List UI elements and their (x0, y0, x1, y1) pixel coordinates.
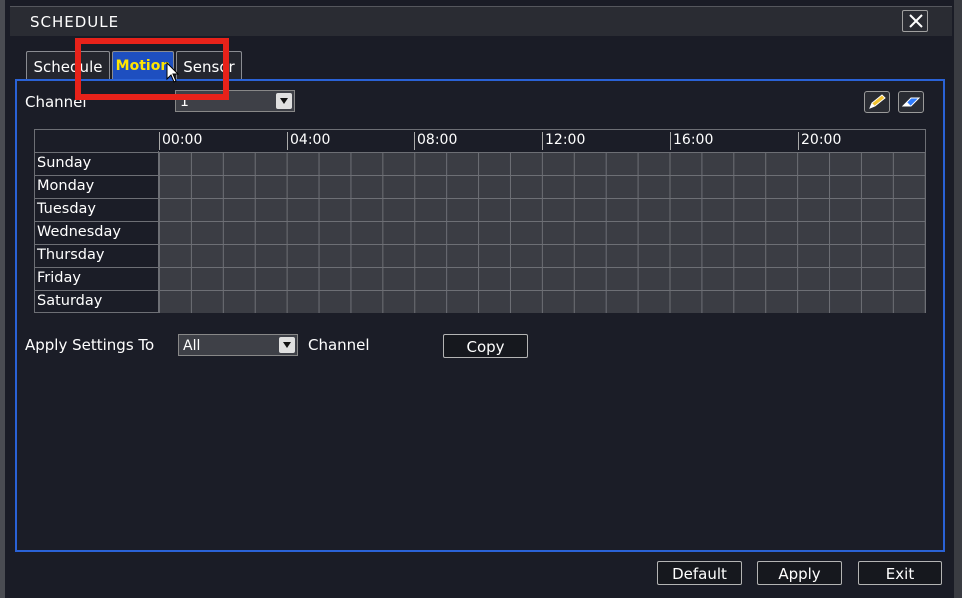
mouse-cursor-icon (166, 62, 180, 83)
schedule-grid: 00:00 04:00 08:00 12:00 16:00 20:00 Sund… (34, 129, 926, 313)
day-label: Tuesday (37, 201, 96, 217)
apply-button[interactable]: Apply (757, 561, 842, 585)
day-row-thursday: Thursday (35, 244, 925, 267)
eraser-icon (901, 97, 921, 107)
hour-label: 16:00 (670, 132, 713, 150)
day-row-sunday: Sunday (35, 152, 925, 175)
close-icon (909, 14, 923, 28)
pencil-icon (869, 94, 886, 109)
day-label: Sunday (37, 155, 92, 171)
apply-settings-select[interactable]: All (178, 334, 298, 356)
draw-button[interactable] (864, 91, 890, 113)
erase-button[interactable] (898, 91, 924, 113)
default-button[interactable]: Default (657, 561, 742, 585)
day-label: Wednesday (37, 224, 121, 240)
hour-label: 12:00 (542, 132, 585, 150)
day-label: Monday (37, 178, 95, 194)
hour-label: 00:00 (159, 132, 202, 150)
day-row-wednesday: Wednesday (35, 221, 925, 244)
hour-label: 08:00 (414, 132, 457, 150)
copy-button[interactable]: Copy (443, 334, 528, 358)
window-edge-left (0, 0, 5, 598)
window-title: SCHEDULE (30, 13, 120, 31)
day-label: Friday (37, 270, 81, 286)
window-edge-right (954, 0, 962, 598)
day-label: Thursday (37, 247, 105, 263)
title-bar: SCHEDULE (10, 6, 952, 36)
hour-label: 04:00 (287, 132, 330, 150)
chevron-down-icon (276, 93, 292, 109)
hour-label: 20:00 (798, 132, 841, 150)
day-row-monday: Monday (35, 175, 925, 198)
day-row-friday: Friday (35, 267, 925, 290)
apply-settings-select-value: All (183, 338, 201, 354)
apply-settings-suffix: Channel (308, 336, 370, 354)
day-row-tuesday: Tuesday (35, 198, 925, 221)
exit-button[interactable]: Exit (858, 561, 942, 585)
schedule-window: SCHEDULE Schedule Motion Sensor Channel … (0, 0, 962, 598)
day-row-saturday: Saturday (35, 290, 925, 313)
day-label: Saturday (37, 293, 103, 309)
tab-highlight-box (75, 38, 229, 100)
apply-settings-label: Apply Settings To (25, 336, 155, 354)
close-button[interactable] (902, 10, 928, 32)
chevron-down-icon (279, 337, 295, 353)
